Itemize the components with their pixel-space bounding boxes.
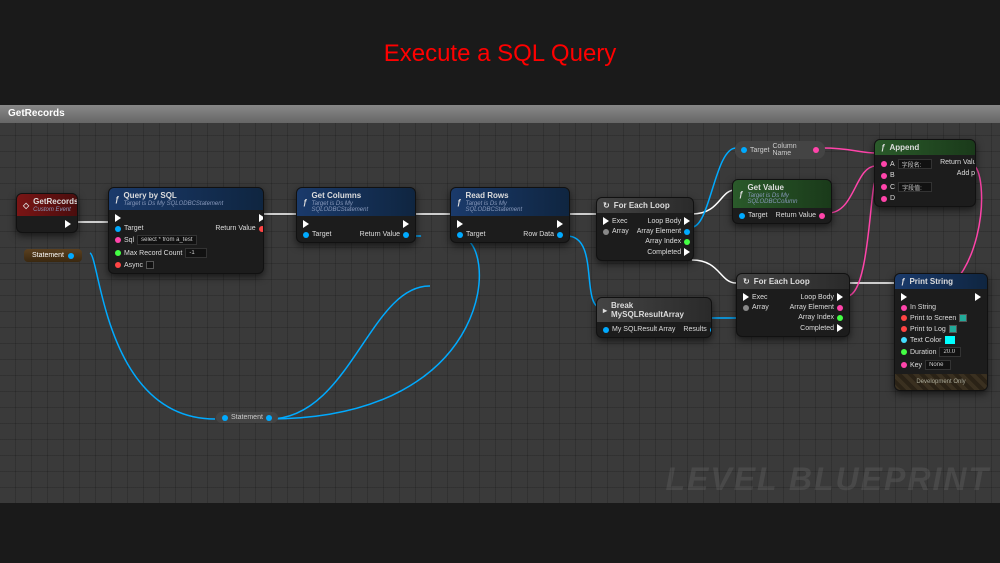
function-icon: ƒ xyxy=(115,195,119,204)
node-read-rows[interactable]: ƒRead RowsTarget is Ds My SQLODBCStateme… xyxy=(450,187,570,243)
append-a-input[interactable] xyxy=(898,159,932,169)
node-custom-event[interactable]: ◇ GetRecordsCustom Event xyxy=(16,193,78,233)
key-input[interactable] xyxy=(925,360,951,370)
node-statement-variable[interactable]: Statement xyxy=(24,249,82,262)
node-query-by-sql[interactable]: ƒ Query by SQLTarget is Ds My SQLODBCSta… xyxy=(108,187,264,274)
node-foreach-2[interactable]: ↻For Each Loop ExecArray Loop BodyArray … xyxy=(736,273,850,337)
blueprint-graph[interactable]: ◇ GetRecordsCustom Event Statement ƒ Que… xyxy=(0,105,1000,503)
node-target-columnname[interactable]: Target Column Name xyxy=(735,141,825,159)
struct-icon: ▸ xyxy=(603,306,607,315)
text-color-swatch[interactable] xyxy=(945,336,955,344)
function-icon: ƒ xyxy=(303,198,307,207)
sql-input[interactable] xyxy=(137,235,197,245)
print-screen-checkbox[interactable] xyxy=(959,314,967,322)
node-append[interactable]: ƒAppend A B C D Return Value ⊕Add pin xyxy=(874,139,976,207)
duration-input[interactable] xyxy=(939,347,961,357)
print-log-checkbox[interactable] xyxy=(949,325,957,333)
dev-only-banner: Development Only xyxy=(895,374,987,390)
node-break-result[interactable]: ▸Break MySQLResultArray My SQLResult Arr… xyxy=(596,297,712,338)
function-icon: ƒ xyxy=(881,143,885,152)
graph-tab[interactable]: GetRecords xyxy=(0,105,1000,123)
max-record-input[interactable] xyxy=(185,248,207,258)
event-icon: ◇ xyxy=(23,201,29,210)
node-get-value[interactable]: ƒGet ValueTarget is Ds My SQLODBCColumn … xyxy=(732,179,832,224)
node-get-columns[interactable]: ƒGet ColumnsTarget is Ds My SQLODBCState… xyxy=(296,187,416,243)
append-c-input[interactable] xyxy=(898,182,932,192)
reroute-statement[interactable]: Statement xyxy=(216,412,278,423)
watermark: LEVEL BLUEPRINT xyxy=(665,461,990,498)
connection-wires xyxy=(0,105,1000,503)
node-print-string[interactable]: ƒPrint String In String Print to Screen … xyxy=(894,273,988,391)
page-title: Execute a SQL Query xyxy=(0,0,1000,88)
add-pin-button[interactable]: ⊕Add pin xyxy=(940,169,976,177)
async-checkbox[interactable] xyxy=(146,261,154,269)
macro-icon: ↻ xyxy=(603,201,610,210)
bottom-bar xyxy=(0,503,1000,563)
function-icon: ƒ xyxy=(739,190,743,199)
macro-icon: ↻ xyxy=(743,277,750,286)
function-icon: ƒ xyxy=(457,198,461,207)
node-foreach-1[interactable]: ↻For Each Loop ExecArray Loop BodyArray … xyxy=(596,197,694,261)
function-icon: ƒ xyxy=(901,277,905,286)
